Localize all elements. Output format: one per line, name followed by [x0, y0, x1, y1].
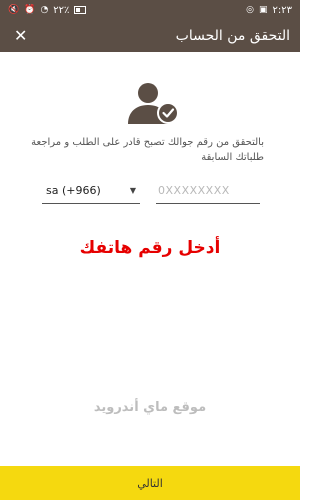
- verified-account-icon: [128, 83, 179, 124]
- whatsapp-icon: ◎: [246, 4, 254, 15]
- battery-percent: ٢٢٪: [53, 4, 70, 16]
- status-bar: 🔇 ⏰ ◔ ٢٢٪ ◎ ▣ ٢:٢٣: [0, 0, 300, 20]
- page-title: التحقق من الحساب: [175, 28, 290, 44]
- status-time: ٢:٢٣: [272, 4, 292, 16]
- chevron-down-icon: ▼: [129, 186, 136, 195]
- next-button[interactable]: التالي: [0, 466, 300, 500]
- country-code-select[interactable]: sa (+966) ▼: [42, 178, 140, 204]
- status-left: 🔇 ⏰ ◔ ٢٢٪: [8, 4, 87, 16]
- close-icon[interactable]: ✕: [14, 28, 27, 44]
- status-right: ◎ ▣ ٢:٢٣: [246, 5, 292, 16]
- notification-icon: ▣: [259, 4, 268, 15]
- phone-number-input[interactable]: [156, 178, 260, 204]
- verification-description: بالتحقق من رقم جوالك تصبح قادر على الطلب…: [31, 137, 264, 163]
- enter-phone-prompt: أدخل رقم هاتفك: [79, 238, 221, 258]
- app-bar: ✕ التحقق من الحساب: [0, 20, 300, 52]
- country-code-value: sa (+966): [46, 184, 101, 197]
- phone-form: sa (+966) ▼: [42, 178, 260, 204]
- alarm-icon: ⏰: [24, 4, 36, 15]
- volume-icon: 🔇: [8, 4, 20, 15]
- wifi-icon: ◔: [40, 4, 49, 15]
- battery-icon: [74, 6, 87, 14]
- watermark-text: موقع ماي أندرويد: [93, 400, 207, 415]
